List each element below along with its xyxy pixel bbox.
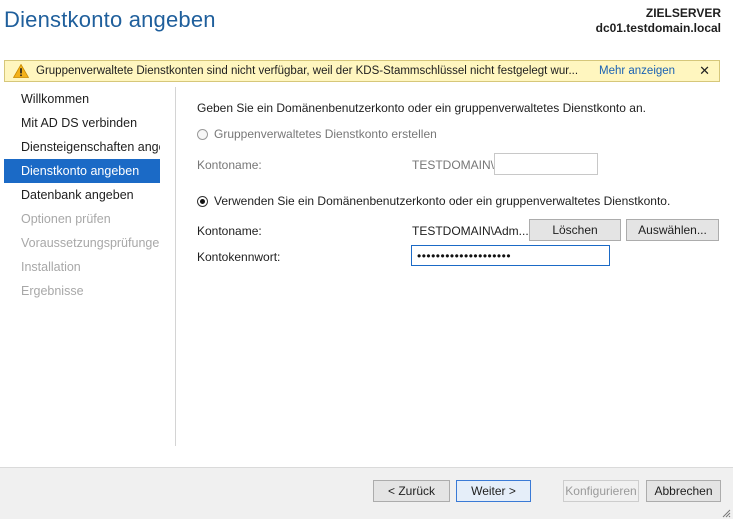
target-server-name: dc01.testdomain.local [595, 21, 721, 35]
close-icon[interactable]: ✕ [699, 63, 710, 79]
target-server-block: ZIELSERVER dc01.testdomain.local [596, 6, 721, 36]
gmsa-radio[interactable] [197, 129, 208, 140]
domain-user-option[interactable]: Verwenden Sie ein Domänenbenutzerkonto o… [197, 194, 670, 208]
nav-divider [175, 87, 176, 446]
page-title: Dienstkonto angeben [4, 7, 216, 32]
nav-item-dienstkonto[interactable]: Dienstkonto angeben [4, 159, 160, 183]
wizard-footer: < Zurück Weiter > Konfigurieren Abbreche… [0, 467, 733, 519]
user-account-value: TESTDOMAIN\Adm... [412, 224, 529, 238]
nav-item-ad-ds-verbinden[interactable]: Mit AD DS verbinden [4, 111, 160, 135]
nav-item-installation: Installation [21, 260, 81, 274]
nav-item-datenbank[interactable]: Datenbank angeben [4, 183, 160, 207]
warning-text: Gruppenverwaltete Dienstkonten sind nich… [36, 65, 579, 77]
nav-item-diensteigenschaften[interactable]: Diensteigenschaften ange... [4, 135, 160, 159]
user-account-label: Kontoname: [197, 224, 262, 238]
gmsa-domain-prefix: TESTDOMAIN\ [412, 158, 495, 172]
cancel-button[interactable]: Abbrechen [646, 480, 721, 502]
gmsa-account-label: Kontoname: [197, 158, 262, 172]
target-server-label: ZIELSERVER [645, 6, 721, 20]
wizard-steps-nav: Willkommen Mit AD DS verbinden Diensteig… [4, 87, 160, 303]
gmsa-option-label: Gruppenverwaltetes Dienstkonto erstellen [214, 127, 437, 141]
nav-item-voraussetzungen: Voraussetzungsprüfungen [21, 236, 160, 250]
resize-grip-icon[interactable] [721, 508, 731, 518]
warning-icon [13, 64, 29, 78]
back-button[interactable]: < Zurück [373, 480, 450, 502]
select-account-button[interactable]: Auswählen... [626, 219, 719, 241]
show-more-link[interactable]: Mehr anzeigen [599, 65, 675, 77]
gmsa-account-input[interactable] [494, 153, 598, 175]
warning-banner: Gruppenverwaltete Dienstkonten sind nich… [4, 60, 720, 82]
nav-item-optionen-pruefen: Optionen prüfen [21, 212, 111, 226]
intro-text: Geben Sie ein Domänenbenutzerkonto oder … [197, 101, 646, 115]
next-button[interactable]: Weiter > [456, 480, 531, 502]
nav-item-ergebnisse: Ergebnisse [21, 284, 84, 298]
password-input[interactable]: •••••••••••••••••••• [411, 245, 610, 266]
domain-user-option-label: Verwenden Sie ein Domänenbenutzerkonto o… [214, 194, 671, 208]
password-label: Kontokennwort: [197, 250, 281, 264]
nav-item-willkommen[interactable]: Willkommen [4, 87, 160, 111]
password-mask: •••••••••••••••••••• [417, 249, 512, 263]
gmsa-option[interactable]: Gruppenverwaltetes Dienstkonto erstellen [197, 127, 437, 141]
clear-account-button[interactable]: Löschen [529, 219, 621, 241]
wizard-window: Dienstkonto angeben ZIELSERVER dc01.test… [0, 0, 733, 519]
configure-button: Konfigurieren [563, 480, 639, 502]
domain-user-radio[interactable] [197, 196, 208, 207]
